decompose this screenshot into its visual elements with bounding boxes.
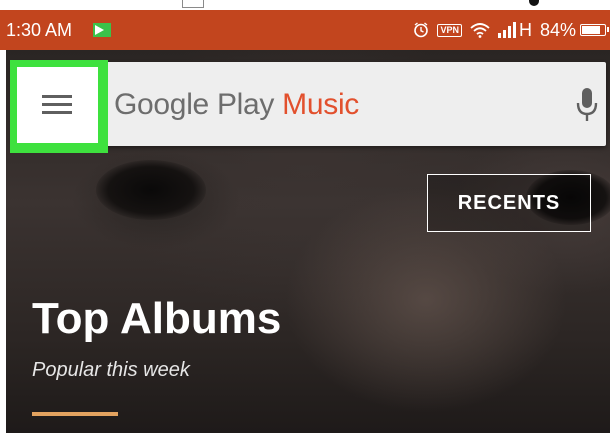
- hamburger-menu-icon: [42, 95, 72, 115]
- microphone-icon[interactable]: [576, 86, 598, 124]
- app-title: Google Play Music: [114, 88, 359, 122]
- status-time: 1:30 AM: [6, 20, 73, 40]
- cropped-caption-glyph: [529, 0, 539, 6]
- section-underline: [32, 412, 118, 416]
- battery-percent: 84%: [539, 20, 576, 40]
- status-bar: 1:30 AM VPN H 84%: [0, 10, 610, 50]
- cropped-caption-box: [182, 0, 204, 8]
- hero-shadow-left: [96, 160, 206, 220]
- network-type: H: [518, 20, 532, 40]
- wifi-icon: [470, 23, 490, 38]
- notification-flag-icon: [93, 23, 111, 37]
- app-title-prefix: Google Play: [114, 88, 283, 121]
- status-icons: VPN H 84%: [405, 19, 609, 41]
- app-title-accent: Music: [282, 88, 360, 121]
- cropped-caption-strip: [0, 0, 610, 10]
- vpn-key-icon: VPN: [437, 23, 462, 37]
- alarm-clock-icon: [414, 22, 429, 38]
- section-subtitle: Popular this week: [32, 359, 190, 381]
- cell-signal-icon: [497, 22, 516, 38]
- battery-icon: [580, 24, 609, 36]
- battery-cap: [607, 27, 609, 32]
- section-title: Top Albums: [32, 294, 282, 343]
- battery-fill: [582, 26, 601, 34]
- menu-button[interactable]: [17, 67, 98, 143]
- recents-button[interactable]: RECENTS: [427, 174, 591, 232]
